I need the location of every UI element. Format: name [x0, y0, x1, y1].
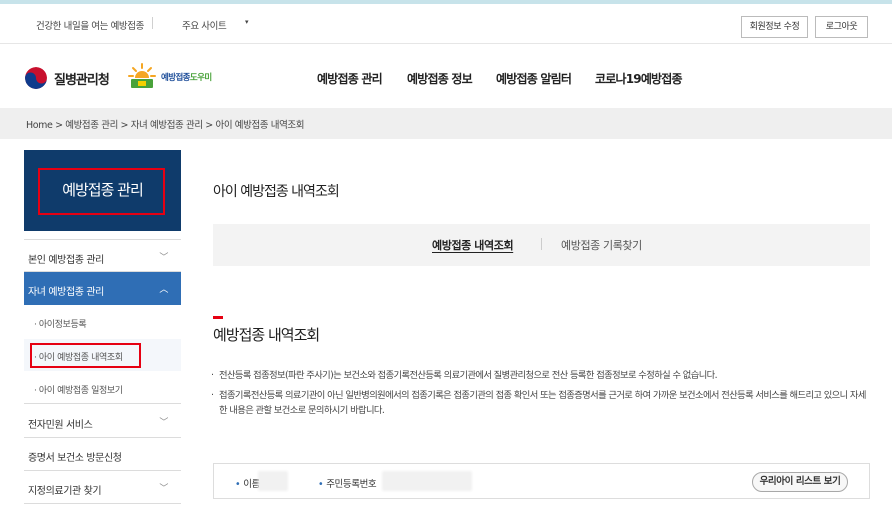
chevron-up-icon: ︿: [159, 285, 168, 295]
major-sites-dropdown[interactable]: 주요 사이트: [182, 18, 227, 32]
kdca-emblem-icon[interactable]: [25, 67, 47, 89]
vaccination-helper-logo-text[interactable]: 예방접종도우미: [161, 71, 212, 83]
bullet-icon: ·: [211, 370, 214, 381]
sidebar-item-label: 본인 예방접종 관리: [28, 255, 104, 266]
edit-member-info-button[interactable]: 회원정보 수정: [741, 16, 808, 38]
child-list-button[interactable]: 우리아이 리스트 보기: [752, 472, 848, 492]
sidebar-item-label: 전자민원 서비스: [28, 420, 93, 431]
notice-text: · 전산등록 접종정보(파란 주사기)는 보건소와 접종기록전산등록 의료기관에…: [211, 368, 873, 383]
bullet-icon: ·: [211, 390, 214, 401]
gnb-vaccination-info[interactable]: 예방접종 정보: [407, 70, 473, 87]
sidebar-subitem-label: · 아이 예방접종 일정보기: [34, 386, 123, 396]
gnb-vaccination-notice[interactable]: 예방접종 알림터: [496, 70, 572, 87]
page-title: 아이 예방접종 내역조회: [213, 184, 340, 200]
chevron-down-icon: ﹀: [159, 418, 168, 428]
sidebar-item-label: 자녀 예방접종 관리: [28, 287, 104, 298]
tab-vaccination-history[interactable]: 예방접종 내역조회: [432, 237, 514, 253]
chevron-down-icon: ﹀: [159, 253, 168, 263]
sidebar-subitem-child-history[interactable]: · 아이 예방접종 내역조회: [24, 339, 181, 371]
notice-text: · 접종기록전산등록 의료기관이 아닌 일반병의원에서의 접종기록은 접종기관의…: [211, 388, 873, 418]
tab-find-record[interactable]: 예방접종 기록찾기: [561, 237, 642, 253]
name-label: • 이름: [235, 479, 260, 490]
sidebar-item-find-clinic[interactable]: 지정의료기관 찾기 ﹀: [24, 471, 181, 504]
sidebar-item-self-vaccination[interactable]: 본인 예방접종 관리 ﹀: [24, 239, 181, 272]
sidebar-title: 예방접종 관리: [62, 181, 144, 199]
sidebar-header: 예방접종 관리: [24, 150, 181, 231]
tab-bar: 예방접종 내역조회 예방접종 기록찾기: [213, 224, 870, 266]
sidebar-item-child-vaccination[interactable]: 자녀 예방접종 관리 ︿: [24, 272, 181, 305]
logout-button[interactable]: 로그아웃: [815, 16, 868, 38]
sidebar-item-e-civil-service[interactable]: 전자민원 서비스 ﹀: [24, 405, 181, 438]
global-navigation: 질병관리청 예방접종도우미 예방접종 관리 예방접종 정보 예방접종 알림터 코…: [0, 44, 892, 108]
sidebar-subitem-label: · 아이 예방접종 내역조회: [34, 353, 123, 363]
sidebar-subitem-child-register[interactable]: · 아이정보등록: [24, 306, 181, 338]
site-tagline: 건강한 내일을 여는 예방접종: [36, 21, 144, 32]
nip-sun-logo-icon[interactable]: [127, 62, 157, 90]
notice-line: 접종기록전산등록 의료기관이 아닌 일반병의원에서의 접종기록은 접종기관의 접…: [219, 390, 866, 416]
child-info-box: • 이름 • 주민등록번호 우리아이 리스트 보기: [213, 463, 870, 499]
chevron-down-icon[interactable]: ▾: [245, 18, 249, 26]
sidebar-item-certificate-request[interactable]: 증명서 보건소 방문신청: [24, 438, 181, 471]
rrn-value-redacted: [382, 471, 472, 491]
gnb-vaccination-management[interactable]: 예방접종 관리: [317, 70, 383, 87]
sidebar-subitem-child-schedule[interactable]: · 아이 예방접종 일정보기: [24, 372, 181, 404]
notice-line: 전산등록 접종정보(파란 주사기)는 보건소와 접종기록전산등록 의료기관에서 …: [219, 370, 718, 381]
gnb-covid19-vaccination[interactable]: 코로나19예방접종: [595, 70, 683, 87]
sidebar-subitem-label: · 아이정보등록: [34, 320, 87, 330]
section-accent-bar: [213, 316, 223, 319]
utility-divider: [152, 17, 153, 29]
sidebar-item-label: 증명서 보건소 방문신청: [28, 453, 122, 464]
kdca-logo-text[interactable]: 질병관리청: [54, 69, 110, 88]
name-value-redacted: [258, 471, 288, 491]
chevron-down-icon: ﹀: [159, 484, 168, 494]
breadcrumb: Home > 예방접종 관리 > 자녀 예방접종 관리 > 아이 예방접종 내역…: [26, 120, 305, 131]
section-title: 예방접종 내역조회: [213, 326, 320, 344]
breadcrumb-bar: Home > 예방접종 관리 > 자녀 예방접종 관리 > 아이 예방접종 내역…: [0, 108, 892, 139]
rrn-label: • 주민등록번호: [318, 479, 377, 490]
tab-divider: [541, 238, 542, 250]
utility-bar: 건강한 내일을 여는 예방접종 주요 사이트 ▾ 회원정보 수정 로그아웃: [0, 4, 892, 44]
sidebar-item-label: 지정의료기관 찾기: [28, 486, 102, 497]
